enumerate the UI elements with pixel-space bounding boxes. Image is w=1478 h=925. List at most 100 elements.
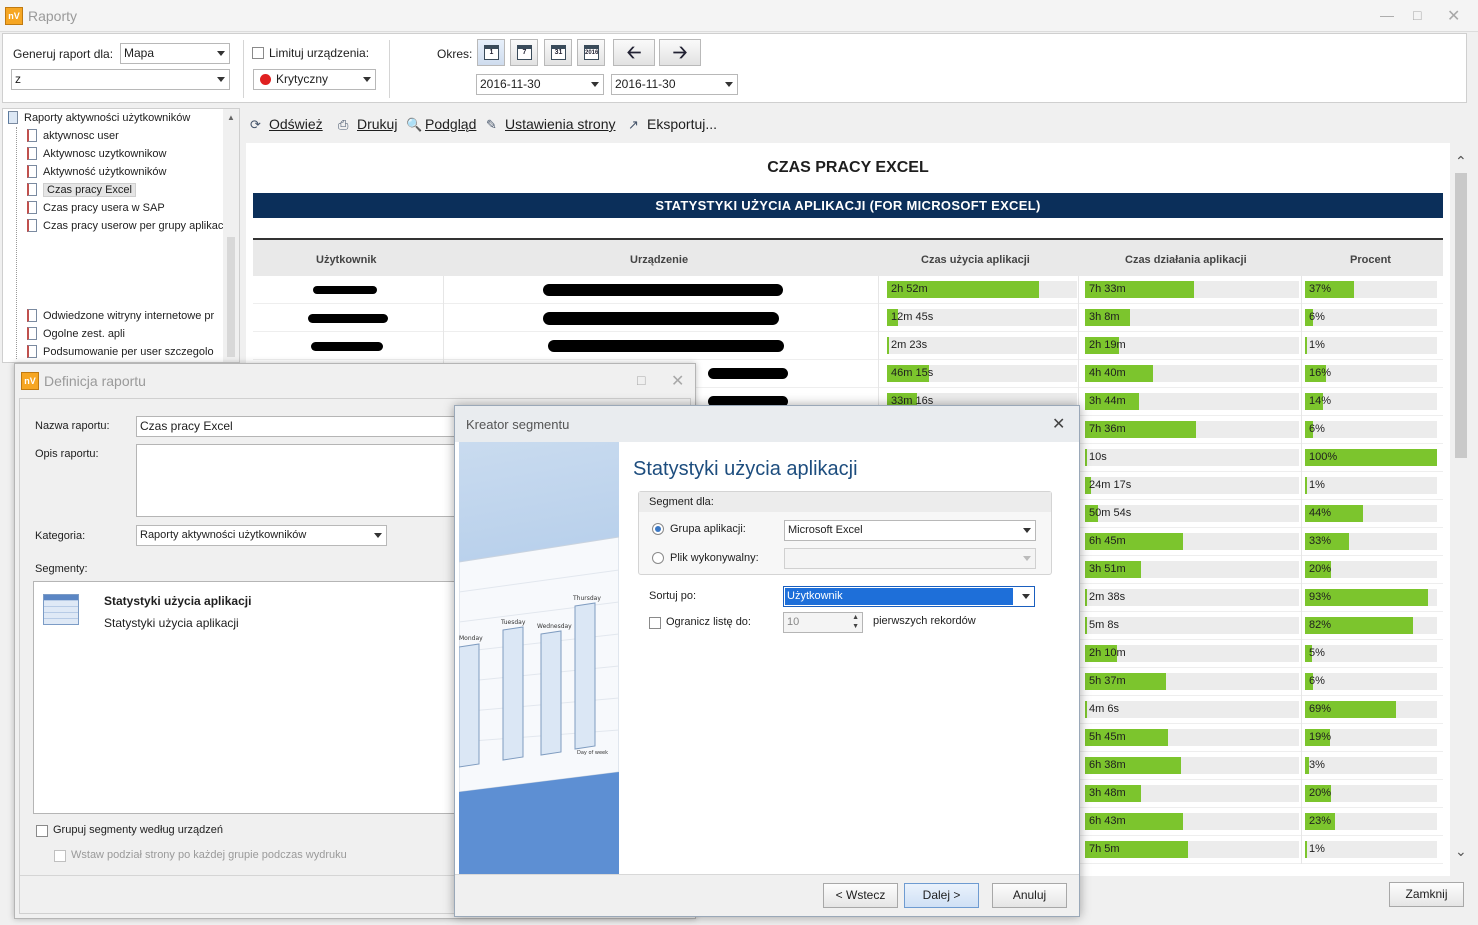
segment-for-label: Segment dla: bbox=[649, 496, 714, 508]
panel-edge bbox=[1469, 33, 1478, 103]
cancel-button[interactable]: Anuluj bbox=[992, 883, 1067, 908]
table-header: Użytkownik Urządzenie Czas użycia aplika… bbox=[253, 238, 1443, 276]
limit-stepper[interactable]: 10 ▲ ▼ bbox=[783, 612, 863, 633]
chart-axis-label: Day of week bbox=[577, 750, 608, 756]
exe-file-radio[interactable] bbox=[652, 552, 664, 564]
exe-file-select[interactable] bbox=[784, 548, 1036, 569]
runtime-bar-fill bbox=[1085, 589, 1087, 606]
scroll-up-icon[interactable]: ⌃ bbox=[1455, 153, 1467, 170]
tree-item[interactable]: Aktywność użytkowników bbox=[27, 164, 167, 181]
tree-item[interactable]: Ogolne zest. apli bbox=[27, 326, 125, 343]
refresh-button[interactable]: ⟳ Odśwież bbox=[250, 116, 323, 132]
percent-value: 1% bbox=[1309, 843, 1325, 855]
preview-label: Podgląd bbox=[425, 116, 477, 132]
minimize-icon[interactable]: — bbox=[1380, 7, 1394, 23]
tree-item[interactable]: Czas pracy userow per grupy aplikacji bbox=[27, 218, 228, 235]
percent-bar-fill bbox=[1305, 841, 1307, 858]
runtime-bar: 3h 51m bbox=[1085, 561, 1299, 578]
tree-item[interactable]: Odwiedzone witryny internetowe pr bbox=[27, 308, 214, 325]
close-icon[interactable]: ✕ bbox=[1052, 414, 1065, 434]
scroll-thumb[interactable] bbox=[227, 237, 235, 357]
name-input[interactable]: Czas pracy Excel bbox=[136, 416, 466, 437]
tree-item[interactable]: Podsumowanie per user szczegolo bbox=[27, 344, 214, 361]
previous-period-button[interactable]: 🡠 bbox=[613, 39, 655, 66]
runtime-bar: 7h 36m bbox=[1085, 421, 1299, 438]
tree-root[interactable]: Raporty aktywności użytkowników bbox=[8, 110, 190, 127]
critical-dot-icon bbox=[260, 74, 271, 85]
sort-label: Sortuj po: bbox=[649, 590, 697, 602]
target-select[interactable]: z bbox=[11, 69, 230, 90]
runtime-value: 3h 51m bbox=[1089, 563, 1126, 575]
tree-item-selected[interactable]: Czas pracy Excel bbox=[27, 182, 136, 199]
sort-select[interactable]: Użytkownik bbox=[783, 586, 1035, 607]
runtime-bar: 2h 10m bbox=[1085, 645, 1299, 662]
month-period-button[interactable]: 31 bbox=[544, 39, 572, 66]
percent-value: 82% bbox=[1309, 619, 1332, 631]
page-setup-button[interactable]: ✎ Ustawienia strony bbox=[486, 116, 616, 132]
pagebreak-checkbox[interactable] bbox=[54, 850, 66, 862]
export-button[interactable]: ↗ Eksportuj... bbox=[628, 116, 717, 132]
generate-for-select[interactable]: Mapa bbox=[120, 43, 230, 64]
dialog-title: Definicja raportu bbox=[44, 373, 146, 389]
runtime-bar: 4h 40m bbox=[1085, 365, 1299, 382]
day-period-button[interactable]: 1 bbox=[477, 39, 505, 66]
tree-scrollbar[interactable]: ▲ bbox=[223, 109, 239, 362]
col-runtime: Czas działania aplikacji bbox=[1125, 254, 1247, 266]
print-button[interactable]: ⎙ Drukuj bbox=[338, 116, 397, 132]
page-setup-label: Ustawienia strony bbox=[505, 116, 616, 132]
severity-select[interactable]: Krytyczny bbox=[253, 69, 376, 90]
limit-value: 10 bbox=[787, 616, 800, 628]
group-checkbox[interactable] bbox=[36, 825, 48, 837]
percent-value: 44% bbox=[1309, 507, 1332, 519]
next-button[interactable]: Dalej > bbox=[904, 883, 979, 908]
usage-bar: 2h 52m bbox=[887, 281, 1077, 298]
percent-bar: 37% bbox=[1305, 281, 1437, 298]
tree-item[interactable]: Czas pracy usera w SAP bbox=[27, 200, 165, 217]
description-input[interactable] bbox=[136, 444, 466, 517]
generate-label: Generuj raport dla: bbox=[13, 47, 114, 61]
col-device: Urządzenie bbox=[630, 254, 689, 266]
refresh-icon: ⟳ bbox=[250, 117, 261, 132]
report-scrollbar[interactable]: ⌃ ⌄ bbox=[1452, 143, 1470, 876]
wizard-title: Kreator segmentu bbox=[466, 417, 570, 432]
scroll-thumb[interactable] bbox=[1455, 173, 1467, 458]
date-from-picker[interactable]: 2016-11-30 bbox=[476, 74, 604, 95]
scroll-down-icon[interactable]: ⌄ bbox=[1455, 843, 1467, 860]
runtime-bar: 3h 48m bbox=[1085, 785, 1299, 802]
runtime-value: 4m 6s bbox=[1089, 703, 1119, 715]
usage-bar: 12m 45s bbox=[887, 309, 1077, 326]
usage-value: 12m 45s bbox=[891, 311, 934, 323]
category-select[interactable]: Raporty aktywności użytkowników bbox=[136, 525, 387, 546]
target-value: z bbox=[15, 72, 21, 86]
maximize-icon[interactable]: □ bbox=[637, 372, 645, 388]
year-period-button[interactable]: 2016 bbox=[577, 39, 605, 66]
cell-divider bbox=[1301, 780, 1302, 808]
next-period-button[interactable]: 🡢 bbox=[659, 39, 701, 66]
stepper-arrows-icon[interactable]: ▲ ▼ bbox=[852, 613, 859, 631]
limits-checkbox[interactable] bbox=[252, 47, 264, 59]
limit-checkbox[interactable] bbox=[649, 617, 661, 629]
cell-divider bbox=[1301, 752, 1302, 780]
app-group-select[interactable]: Microsoft Excel bbox=[784, 520, 1036, 541]
percent-value: 16% bbox=[1309, 367, 1332, 379]
close-icon[interactable]: ✕ bbox=[671, 371, 684, 391]
week-period-button[interactable]: 7 bbox=[510, 39, 538, 66]
report-doc-icon bbox=[27, 345, 37, 358]
scroll-up-icon[interactable]: ▲ bbox=[227, 113, 235, 122]
close-icon[interactable]: ✕ bbox=[1447, 6, 1460, 26]
report-banner: STATYSTYKI UŻYCIA APLIKACJI (FOR MICROSO… bbox=[253, 193, 1443, 218]
close-button[interactable]: Zamknij bbox=[1389, 882, 1464, 907]
percent-bar: 1% bbox=[1305, 477, 1437, 494]
tree-item[interactable]: aktywnosc user bbox=[27, 128, 119, 145]
tree-item[interactable]: Aktywnosc uzytkownikow bbox=[27, 146, 167, 163]
date-to-picker[interactable]: 2016-11-30 bbox=[611, 74, 738, 95]
preview-button[interactable]: 🔍 Podgląd bbox=[406, 116, 476, 132]
app-group-radio[interactable] bbox=[652, 523, 664, 535]
back-button[interactable]: < Wstecz bbox=[823, 883, 898, 908]
printer-icon: ⎙ bbox=[338, 117, 349, 132]
maximize-icon[interactable]: □ bbox=[1413, 7, 1421, 23]
usage-value: 2h 52m bbox=[891, 283, 928, 295]
report-doc-icon bbox=[27, 147, 37, 160]
segment-item[interactable]: Statystyki użycia aplikacji Statystyki u… bbox=[34, 582, 462, 637]
main-titlebar: nV Raporty — □ ✕ bbox=[0, 0, 1478, 32]
